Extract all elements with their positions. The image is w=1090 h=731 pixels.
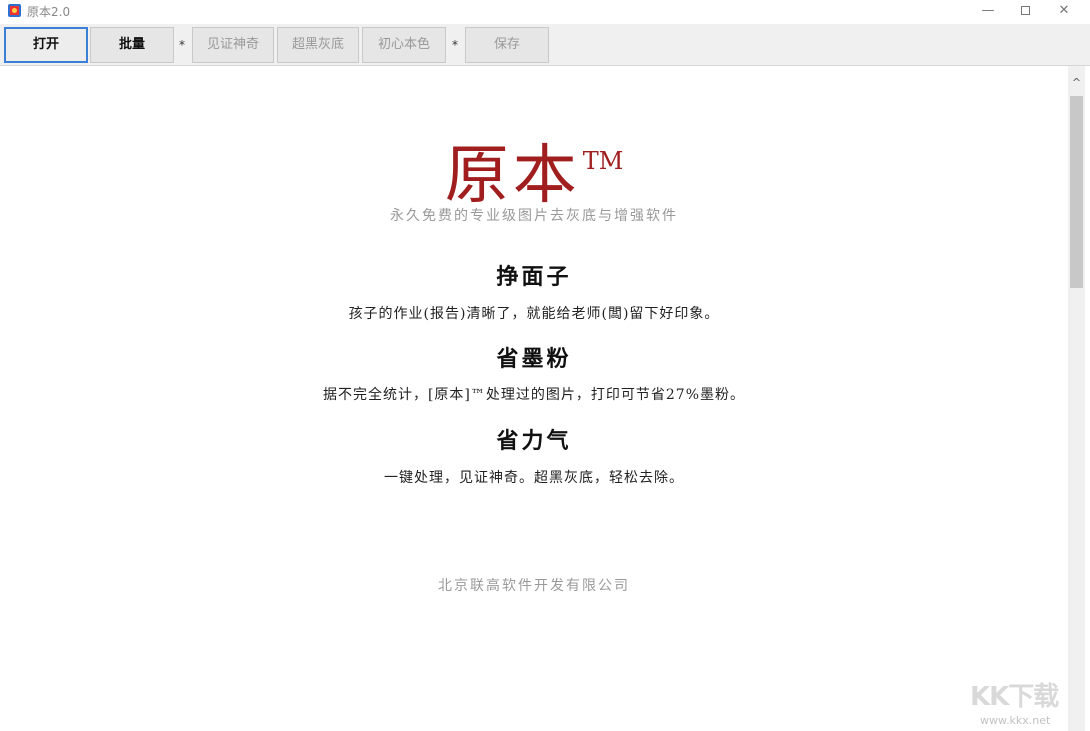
watermark-logo: KK下载 [970, 682, 1059, 712]
feature-title: 省力气 [496, 428, 572, 454]
save-button[interactable]: 保存 [465, 27, 549, 63]
minimize-button[interactable]: — [968, 0, 1008, 22]
app-logo: 原本TM [0, 124, 1068, 216]
feature-description: 孩子的作业(报告)清晰了，就能给老师(闆)留下好印象。 [348, 306, 720, 322]
scroll-thumb[interactable] [1070, 96, 1083, 288]
company-name: 北京联高软件开发有限公司 [438, 578, 630, 594]
original-color-button[interactable]: 初心本色 [362, 27, 446, 63]
app-subtitle: 永久免费的专业级图片去灰底与增强软件 [390, 208, 678, 224]
open-button[interactable]: 打开 [4, 27, 88, 63]
toolbar-separator: * [179, 38, 185, 52]
scroll-up-arrow-icon[interactable]: ^ [1068, 76, 1085, 92]
logo-text: 原本 [444, 139, 581, 213]
close-button[interactable]: ✕ [1044, 0, 1084, 22]
witness-button[interactable]: 见证神奇 [192, 27, 274, 63]
window-title: 原本2.0 [27, 5, 71, 19]
maximize-button[interactable] [1005, 0, 1045, 22]
feature-title: 省墨粉 [496, 346, 572, 372]
watermark: KK下载 www.kkx.net [970, 676, 1088, 728]
watermark-url: www.kkx.net [980, 714, 1051, 727]
batch-button[interactable]: 批量 [90, 27, 174, 63]
maximize-icon [1020, 6, 1030, 15]
feature-description: 一键处理，见证神奇。超黑灰底，轻松去除。 [384, 470, 684, 486]
toolbar-separator: * [452, 38, 458, 52]
app-icon [8, 4, 21, 17]
toolbar: 打开 批量 * 见证神奇 超黑灰底 初心本色 * 保存 [0, 24, 1090, 66]
main-content: 原本TM 永久免费的专业级图片去灰底与增强软件 挣面子 孩子的作业(报告)清晰了… [0, 66, 1068, 731]
vertical-scrollbar[interactable]: ^ [1068, 66, 1085, 731]
trademark-mark: TM [582, 147, 624, 175]
title-bar: 原本2.0 — ✕ [0, 0, 1090, 22]
super-black-button[interactable]: 超黑灰底 [277, 27, 359, 63]
feature-description: 据不完全统计，[原本]™处理过的图片，打印可节省27%墨粉。 [322, 387, 746, 403]
feature-title: 挣面子 [496, 264, 572, 290]
